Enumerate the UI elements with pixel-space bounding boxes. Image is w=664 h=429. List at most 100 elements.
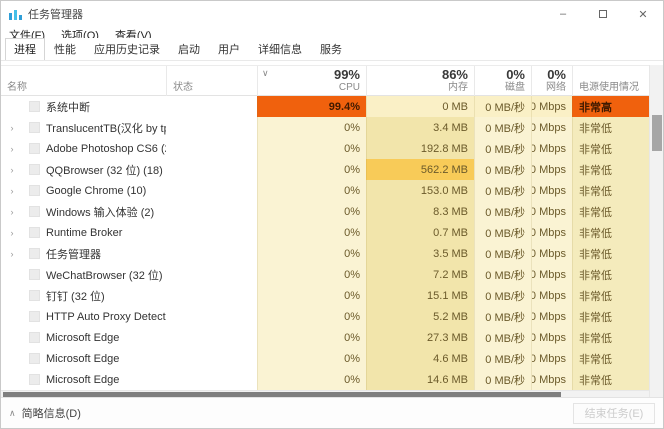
table-header-row: 名称 状态 ∨ 99% CPU 86% 内存 0% 磁盘 0% 网络 (1, 65, 649, 96)
process-row[interactable]: HTTP Auto Proxy Detection ...0%5.2 MB0 M… (1, 306, 649, 327)
cell-power: 非常低 (572, 264, 649, 285)
process-icon (29, 269, 40, 280)
column-header-status[interactable]: 状态 (166, 66, 257, 96)
cell-status (166, 327, 257, 348)
cell-cpu: 99.4% (257, 96, 366, 117)
cell-network: 0 Mbps (531, 117, 572, 138)
task-manager-window: 任务管理器 – ✕ 文件(F)选项(O)查看(V) 进程性能应用历史记录启动用户… (0, 0, 664, 429)
tab-启动[interactable]: 启动 (169, 38, 209, 60)
column-header-power[interactable]: 电源使用情况 (572, 66, 649, 96)
cell-status (166, 306, 257, 327)
cell-network: 0 Mbps (531, 201, 572, 222)
cell-power: 非常低 (572, 201, 649, 222)
process-row[interactable]: WeChatBrowser (32 位)0%7.2 MB0 MB/秒0 Mbps… (1, 264, 649, 285)
process-name: Runtime Broker (46, 227, 122, 239)
cell-network: 0 Mbps (531, 243, 572, 264)
end-task-button[interactable]: 结束任务(E) (573, 403, 655, 424)
cell-cpu: 0% (257, 201, 366, 222)
cell-memory: 153.0 MB (366, 180, 474, 201)
minimize-button[interactable]: – (543, 1, 583, 27)
process-icon (29, 227, 40, 238)
process-row[interactable]: 钉钉 (32 位)0%15.1 MB0 MB/秒0 Mbps非常低 (1, 285, 649, 306)
process-row[interactable]: ›Windows 输入体验 (2)0%8.3 MB0 MB/秒0 Mbps非常低 (1, 201, 649, 222)
vertical-scrollbar[interactable] (649, 65, 663, 399)
cell-name: › Adobe Photoshop CS6 (2) (1, 138, 166, 159)
tab-服务[interactable]: 服务 (311, 38, 351, 60)
cell-memory: 15.1 MB (366, 285, 474, 306)
process-icon (29, 311, 40, 322)
process-row[interactable]: Microsoft Edge0%27.3 MB0 MB/秒0 Mbps非常低 (1, 327, 649, 348)
cell-cpu: 0% (257, 264, 366, 285)
process-row[interactable]: ›Runtime Broker0%0.7 MB0 MB/秒0 Mbps非常低 (1, 222, 649, 243)
tab-进程[interactable]: 进程 (5, 38, 45, 60)
process-name: Microsoft Edge (46, 374, 119, 386)
column-header-disk[interactable]: 0% 磁盘 (474, 66, 531, 96)
cell-memory: 5.2 MB (366, 306, 474, 327)
expand-chevron-icon[interactable]: › (5, 144, 19, 154)
cell-disk: 0 MB/秒 (474, 306, 531, 327)
process-name: Microsoft Edge (46, 353, 119, 365)
tab-详细信息[interactable]: 详细信息 (249, 38, 311, 60)
cell-disk: 0 MB/秒 (474, 138, 531, 159)
process-row[interactable]: ›任务管理器0%3.5 MB0 MB/秒0 Mbps非常低 (1, 243, 649, 264)
process-name: QQBrowser (32 位) (18) (46, 162, 163, 178)
cell-cpu: 0% (257, 138, 366, 159)
cell-cpu: 0% (257, 243, 366, 264)
tab-应用历史记录[interactable]: 应用历史记录 (85, 38, 169, 60)
process-name: 系统中断 (46, 99, 90, 115)
cell-name: ›Google Chrome (10) (1, 180, 166, 201)
process-row[interactable]: Microsoft Edge0%14.6 MB0 MB/秒0 Mbps非常低 (1, 369, 649, 390)
process-row[interactable]: ›Google Chrome (10)0%153.0 MB0 MB/秒0 Mbp… (1, 180, 649, 201)
cell-status (166, 264, 257, 285)
process-name: HTTP Auto Proxy Detection ... (46, 311, 166, 323)
column-header-cpu[interactable]: ∨ 99% CPU (257, 66, 366, 96)
process-row[interactable]: › Adobe Photoshop CS6 (2) 0%192.8 MB0 MB/秒… (1, 138, 649, 159)
cell-memory: 4.6 MB (366, 348, 474, 369)
fewer-details-toggle[interactable]: ∧ 简略信息(D) (9, 405, 81, 421)
process-name: Adobe Photoshop CS6 (2) (46, 143, 166, 155)
expand-chevron-icon[interactable]: › (5, 207, 19, 217)
process-row[interactable]: 系统中断99.4%0 MB0 MB/秒0 Mbps非常高 (1, 96, 649, 117)
column-header-name[interactable]: 名称 (1, 66, 166, 96)
expand-chevron-icon[interactable]: › (5, 249, 19, 259)
cell-memory: 192.8 MB (366, 138, 474, 159)
vertical-scrollbar-thumb[interactable] (652, 115, 662, 151)
process-name: Microsoft Edge (46, 332, 119, 344)
process-row[interactable]: ›QQBrowser (32 位) (18)0%562.2 MB0 MB/秒0 … (1, 159, 649, 180)
cell-status (166, 201, 257, 222)
window-controls: – ✕ (543, 1, 663, 27)
cell-status (166, 285, 257, 306)
cell-status (166, 138, 257, 159)
cell-name: › Runtime Broker (1, 222, 166, 243)
cell-name: HTTP Auto Proxy Detection ... (1, 306, 166, 327)
cell-cpu: 0% (257, 369, 366, 390)
expand-chevron-icon[interactable]: › (5, 123, 19, 133)
tab-用户[interactable]: 用户 (209, 38, 249, 60)
column-header-network[interactable]: 0% 网络 (531, 66, 572, 96)
process-row[interactable]: ›TranslucentTB(汉化 by tpxxn)0%3.4 MB0 MB/… (1, 117, 649, 138)
cell-memory: 27.3 MB (366, 327, 474, 348)
process-icon (29, 290, 40, 301)
column-header-memory[interactable]: 86% 内存 (366, 66, 474, 96)
expand-chevron-icon[interactable]: › (5, 165, 19, 175)
tab-性能[interactable]: 性能 (45, 38, 85, 60)
close-button[interactable]: ✕ (623, 1, 663, 27)
cell-status (166, 222, 257, 243)
cell-network: 0 Mbps (531, 369, 572, 390)
cell-status (166, 348, 257, 369)
cell-status (166, 243, 257, 264)
expand-chevron-icon[interactable]: › (5, 186, 19, 196)
cell-disk: 0 MB/秒 (474, 180, 531, 201)
process-name: TranslucentTB(汉化 by tpxxn) (46, 120, 166, 136)
cell-power: 非常低 (572, 222, 649, 243)
expand-chevron-icon[interactable]: › (5, 228, 19, 238)
cell-power: 非常高 (572, 96, 649, 117)
process-row[interactable]: Microsoft Edge0%4.6 MB0 MB/秒0 Mbps非常低 (1, 348, 649, 369)
cell-name: Microsoft Edge (1, 369, 166, 390)
cell-disk: 0 MB/秒 (474, 327, 531, 348)
cell-name: Microsoft Edge (1, 327, 166, 348)
window-title: 任务管理器 (28, 6, 83, 22)
cell-power: 非常低 (572, 138, 649, 159)
maximize-button[interactable] (583, 1, 623, 27)
cell-power: 非常低 (572, 369, 649, 390)
